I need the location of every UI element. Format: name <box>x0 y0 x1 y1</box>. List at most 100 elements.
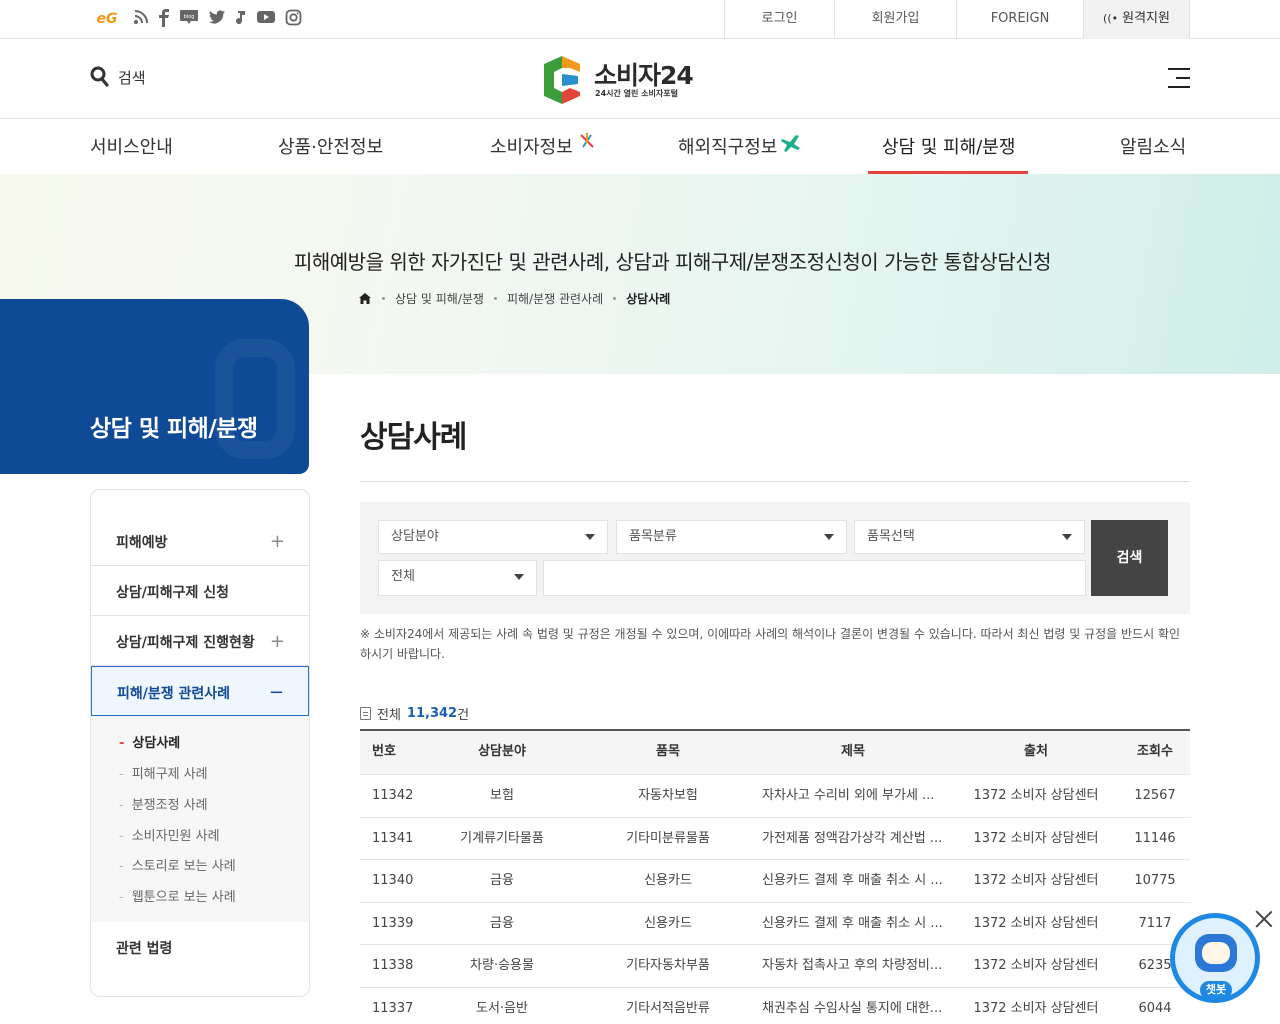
side-item-apply[interactable]: 상담/피해구제 신청 <box>91 566 309 616</box>
breadcrumb-item[interactable]: 피해/분쟁 관련사례 <box>507 290 603 307</box>
logo-text: 소비자24 <box>594 61 694 90</box>
side-item-status[interactable]: 상담/피해구제 진행현황 + <box>91 616 309 666</box>
foreign-link[interactable]: FOREIGN <box>956 0 1083 39</box>
table-row[interactable]: 11337 도서·음반 기타서적음반류 채권추심 수임사실 통지에 대한... … <box>360 988 1190 1024</box>
ecommerce-logo-icon[interactable]: eG <box>90 9 124 29</box>
music-icon[interactable] <box>235 9 247 29</box>
sns-links: eG blog <box>90 9 302 29</box>
table-row[interactable]: 11341 기계류기타물품 기타미분류물품 가전제품 정액감가상각 계산법 ..… <box>360 818 1190 860</box>
search-label: 검색 <box>118 68 146 87</box>
gnb-item-consult[interactable]: 상담 및 피해/분쟁 <box>882 133 1015 159</box>
column-header: 제목 <box>841 744 865 759</box>
blog-icon[interactable]: blog <box>179 9 199 29</box>
category-select[interactable]: 품목분류 <box>616 520 847 554</box>
logo-emblem-icon <box>544 56 580 104</box>
cell-source: 1372 소비자 상담센터 <box>973 788 1099 803</box>
submenu-item[interactable]: - 분쟁조정 사례 <box>119 794 208 813</box>
cell-number: 11341 <box>372 830 414 846</box>
cell-item: 신용카드 <box>644 915 692 931</box>
table-row[interactable]: 11342 보험 자동차보험 자차사고 수리비 외에 부가세 ... 1372 … <box>360 775 1190 818</box>
site-logo[interactable]: 소비자24 24시간 열린 소비자포털 <box>540 54 710 106</box>
cell-number: 11340 <box>372 873 414 888</box>
login-link[interactable]: 로그인 <box>724 0 834 39</box>
table-row[interactable]: 11339 금융 신용카드 신용카드 결제 후 매출 취소 시 ... 1372… <box>360 903 1190 945</box>
total-label: 전체 <box>377 708 401 723</box>
cell-item: 기타미분류물품 <box>626 830 710 846</box>
submenu-item[interactable]: - 스토리로 보는 사례 <box>119 855 236 874</box>
home-icon[interactable] <box>358 292 372 305</box>
side-item-prevention[interactable]: 피해예방 + <box>91 516 309 566</box>
facebook-icon[interactable] <box>158 9 170 29</box>
chevron-down-icon <box>1062 534 1072 540</box>
youtube-icon[interactable] <box>256 9 276 29</box>
cell-number: 11342 <box>372 788 414 803</box>
remote-support-button[interactable]: ((• 원격지원 <box>1083 0 1190 39</box>
chevron-down-icon <box>585 534 595 540</box>
side-item-label: 상담/피해구제 신청 <box>116 585 230 601</box>
gnb-item-overseas-label: 해외직구정보 <box>678 137 778 158</box>
submenu-item[interactable]: - 피해구제 사례 <box>119 763 208 782</box>
item-select[interactable]: 품목선택 <box>854 520 1085 554</box>
twitter-icon[interactable] <box>208 9 226 29</box>
side-submenu: - 상담사례 - 피해구제 사례 - 분쟁조정 사례 - 소비자민원 사례 - 스토리로 … <box>91 716 309 922</box>
instagram-icon[interactable] <box>285 9 302 29</box>
total-count: 전체 11,342 건 <box>360 704 469 723</box>
submenu-label: 웹툰으로 보는 사례 <box>131 890 236 905</box>
menu-hamburger-icon[interactable] <box>1168 68 1190 88</box>
cell-number: 11338 <box>372 958 414 973</box>
cell-title-link[interactable]: 자차사고 수리비 외에 부가세 ... <box>762 775 948 817</box>
breadcrumb-item[interactable]: 상담 및 피해/분쟁 <box>395 290 484 307</box>
cell-views: 6044 <box>1138 1000 1172 1016</box>
submenu-item-current[interactable]: - 상담사례 <box>119 732 180 751</box>
total-number: 11,342 <box>406 706 458 721</box>
side-item-cases[interactable]: 피해/분쟁 관련사례 − <box>91 666 309 716</box>
search-icon <box>90 66 109 87</box>
section-title: 상담 및 피해/분쟁 <box>90 416 258 442</box>
gnb-item-news[interactable]: 알림소식 <box>1120 133 1186 159</box>
logo-subtitle: 24시간 열린 소비자포털 <box>595 89 678 98</box>
cell-field: 차량·승용물 <box>470 958 534 973</box>
search-button[interactable]: 검색 <box>90 66 146 88</box>
search-submit-button[interactable]: 검색 <box>1091 520 1168 596</box>
gnb-item-consumer-info[interactable]: 소비자정보 <box>490 133 599 159</box>
gnb-item-service[interactable]: 서비스안내 <box>90 133 173 159</box>
table-row[interactable]: 11340 금융 신용카드 신용카드 결제 후 매출 취소 시 ... 1372… <box>360 860 1190 903</box>
collapse-minus-icon[interactable]: − <box>269 682 284 703</box>
cell-views: 11146 <box>1134 830 1176 846</box>
scope-select[interactable]: 전체 <box>378 560 537 596</box>
column-header: 품목 <box>656 744 680 759</box>
cell-views: 10775 <box>1134 873 1176 888</box>
chatbot-close-icon[interactable] <box>1253 908 1275 930</box>
gnb-item-overseas[interactable]: 해외직구정보 <box>678 133 802 159</box>
chevron-down-icon <box>514 574 524 580</box>
cell-item: 기타서적음반류 <box>626 1000 710 1016</box>
cell-title-link[interactable]: 신용카드 결제 후 매출 취소 시 ... <box>762 903 948 945</box>
cell-title-link[interactable]: 가전제품 정액감가상각 계산법 ... <box>762 818 948 860</box>
cell-source: 1372 소비자 상담센터 <box>973 830 1099 846</box>
cell-source: 1372 소비자 상담센터 <box>973 958 1099 973</box>
join-link[interactable]: 회원가입 <box>834 0 956 39</box>
rss-icon[interactable] <box>133 9 149 29</box>
breadcrumb-current: 상담사례 <box>626 292 671 306</box>
gnb-item-product-safety[interactable]: 상품·안전정보 <box>278 133 383 159</box>
field-select[interactable]: 상담분야 <box>378 520 608 554</box>
airplane-icon <box>781 135 801 152</box>
submenu-item[interactable]: - 소비자민원 사례 <box>119 825 220 844</box>
cell-title-link[interactable]: 채권추심 수임사실 통지에 대한... <box>762 988 948 1024</box>
expand-plus-icon[interactable]: + <box>270 531 285 552</box>
chatbot-button[interactable]: 챗봇 <box>1170 913 1260 1003</box>
submenu-label: 소비자민원 사례 <box>131 829 220 844</box>
keyword-input[interactable] <box>543 560 1086 596</box>
expand-plus-icon[interactable]: + <box>270 631 285 652</box>
chevron-down-icon <box>824 534 834 540</box>
cell-title-link[interactable]: 신용카드 결제 후 매출 취소 시 ... <box>762 860 948 902</box>
cell-item: 기타자동차부품 <box>626 958 710 973</box>
submenu-label: 스토리로 보는 사례 <box>131 859 236 874</box>
category-select-value: 품목분류 <box>629 529 677 544</box>
chatbot-label: 챗봇 <box>1200 981 1232 999</box>
submenu-item[interactable]: - 웹툰으로 보는 사례 <box>119 886 236 905</box>
side-item-law[interactable]: 관련 법령 <box>91 922 309 972</box>
total-unit: 건 <box>457 708 470 723</box>
table-row[interactable]: 11338 차량·승용물 기타자동차부품 자동차 접촉사고 후의 차량정비...… <box>360 945 1190 988</box>
cell-title-link[interactable]: 자동차 접촉사고 후의 차량정비... <box>762 945 948 987</box>
